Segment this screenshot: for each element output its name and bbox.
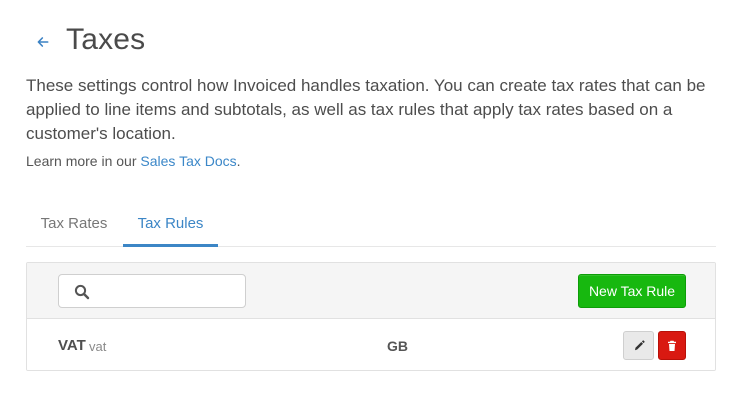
tab-tax-rates[interactable]: Tax Rates: [26, 210, 122, 247]
tax-rule-name: VAT: [58, 337, 86, 354]
back-button[interactable]: [34, 33, 52, 51]
search-icon: [74, 284, 90, 300]
trash-icon: [667, 340, 677, 352]
edit-tax-rule-button[interactable]: [623, 331, 654, 360]
tab-tax-rules[interactable]: Tax Rules: [123, 210, 218, 247]
search-input[interactable]: [97, 276, 242, 306]
sales-tax-docs-link[interactable]: Sales Tax Docs: [140, 153, 236, 169]
learn-more-prefix: Learn more in our: [26, 153, 141, 169]
table-row: VAT vat GB: [27, 319, 715, 370]
tax-tabs: Tax Rates Tax Rules: [26, 210, 716, 247]
learn-more-text: Learn more in our Sales Tax Docs.: [26, 150, 726, 172]
arrow-left-icon: [37, 37, 49, 47]
delete-tax-rule-button[interactable]: [658, 331, 686, 360]
page-title: Taxes: [66, 23, 146, 56]
learn-more-suffix: .: [236, 153, 241, 169]
search-field[interactable]: [58, 274, 246, 308]
taxes-description: These settings control how Invoiced hand…: [26, 76, 706, 143]
taxes-settings-page: Taxes These settings control how Invoice…: [0, 0, 754, 404]
tax-rule-code: vat: [89, 339, 107, 354]
pencil-icon: [633, 339, 645, 352]
tax-rule-country: GB: [387, 338, 408, 354]
new-tax-rule-button[interactable]: New Tax Rule: [578, 274, 686, 308]
tax-rules-toolbar: New Tax Rule: [27, 263, 715, 319]
tax-rules-panel: New Tax Rule VAT vat GB: [26, 262, 716, 371]
